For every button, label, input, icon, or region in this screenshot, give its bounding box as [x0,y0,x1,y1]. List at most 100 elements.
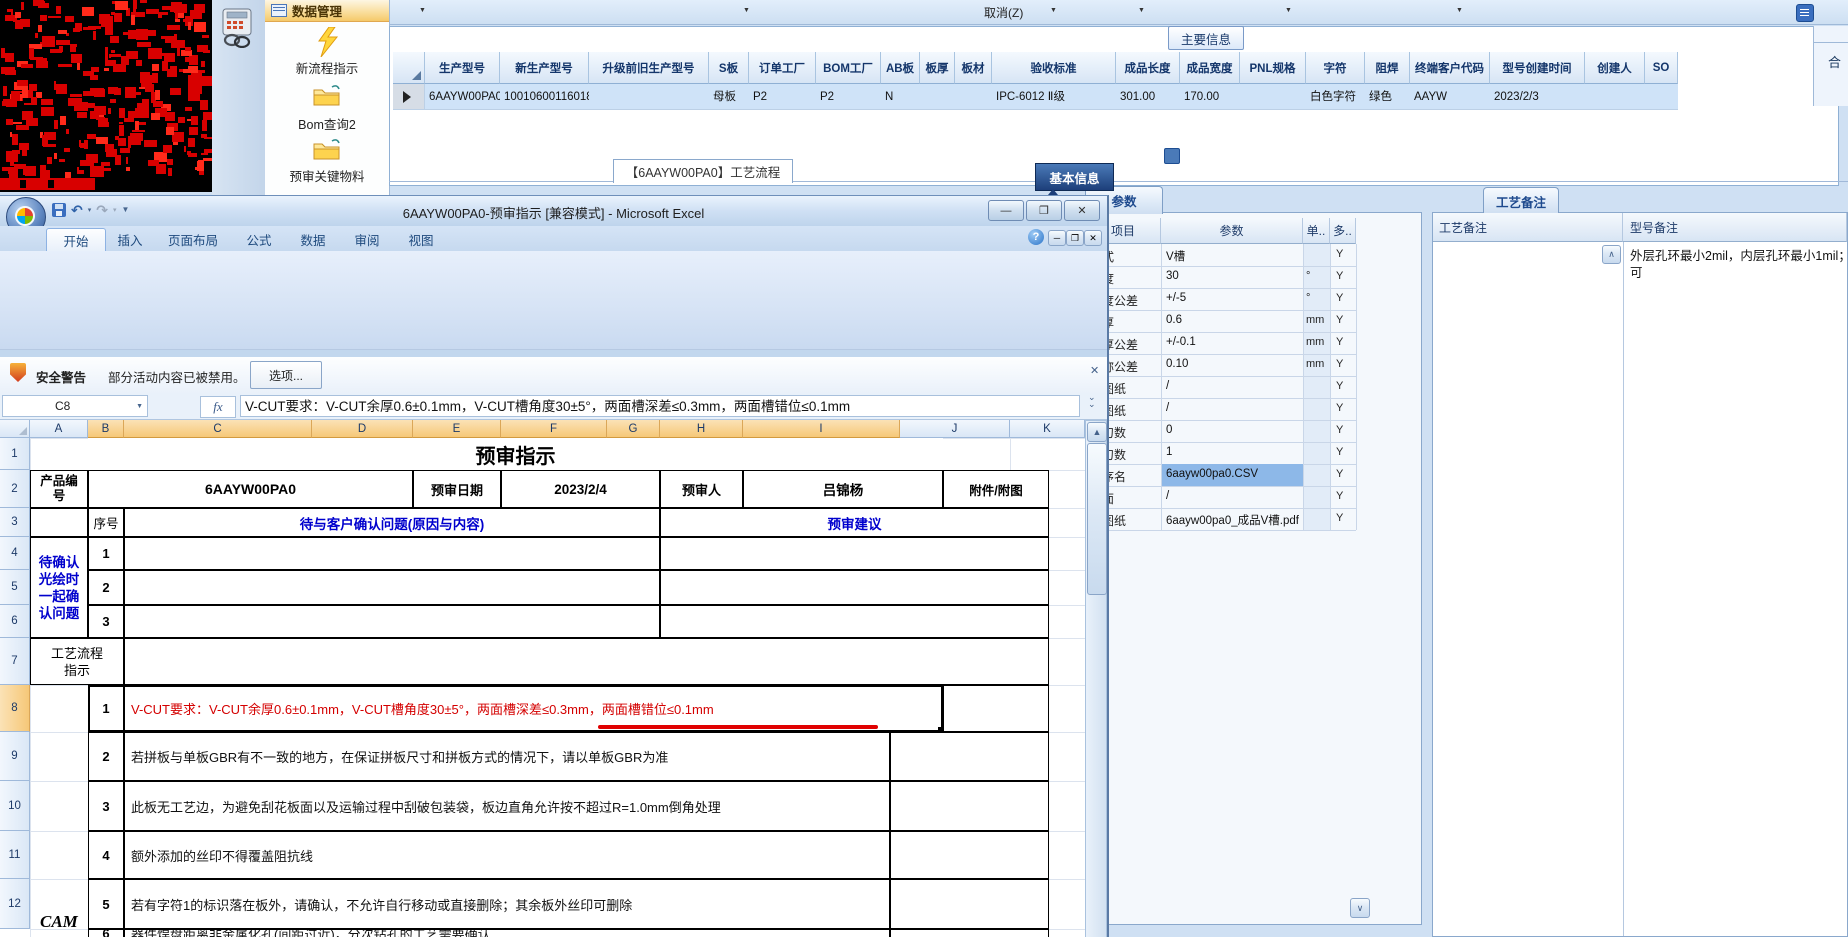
param-value[interactable]: 0.6 [1166,314,1303,326]
menu-dropdown-icon[interactable]: ▼ [1050,7,1057,14]
advice-header-cell[interactable]: 预审建议 [660,508,1049,537]
grid-column-header[interactable]: 生产型号 [425,52,500,84]
column-header-A[interactable]: A [30,420,88,438]
grid-cell[interactable]: 母板 [709,84,749,110]
row-header-12[interactable]: 12 [0,879,30,929]
grid-cell[interactable]: 绿色 [1365,84,1410,110]
menu-dropdown-icon[interactable]: ▼ [743,7,750,14]
row-header-4[interactable]: 4 [0,537,30,570]
menu-dropdown-icon[interactable]: ▼ [419,7,426,14]
column-header-J[interactable]: J [900,420,1010,438]
formula-input[interactable]: V-CUT要求：V-CUT余厚0.6±0.1mm，V-CUT槽角度30±5°，两… [240,395,1080,417]
tab-flow[interactable]: 【6AAYW00PA0】工艺流程 [613,159,793,183]
row-header-2[interactable]: 2 [0,470,30,508]
grid-cell[interactable]: 2023/2/3 [1490,84,1585,110]
grid-cell[interactable]: IPC-6012 Ⅱ级 [992,84,1116,110]
grid-selector-header[interactable] [393,52,425,84]
process-row-right[interactable] [890,929,1049,937]
ribbon-tab-1[interactable]: 开始 [46,228,106,252]
notes-process-area[interactable] [1433,242,1623,936]
param-value[interactable]: 6aayw00pa0.CSV [1166,468,1303,480]
tab-notes[interactable]: 工艺备注 [1483,187,1559,214]
param-value[interactable]: 0 [1166,424,1303,436]
confirm-header-cell[interactable]: 待与客户确认问题(原因与内容) [124,508,660,537]
scroll-thumb[interactable] [1087,443,1107,595]
scroll-up-button[interactable]: ▲ [1087,422,1107,442]
process-row-text[interactable]: 此板无工艺边，为避免刮花板面以及运输过程中刮破包装袋，板边直角允许按不超过R=1… [124,781,890,831]
grid-column-header[interactable]: 字符 [1306,52,1365,84]
grid-column-header[interactable]: PNL规格 [1240,52,1306,84]
confirm-row-advice[interactable] [660,537,1049,570]
confirm-row-question[interactable] [124,537,660,570]
ribbon-tab-3[interactable]: 页面布局 [156,228,230,251]
column-header-I[interactable]: I [743,420,900,438]
grid-column-header[interactable]: 型号创建时间 [1490,52,1585,84]
column-header-G[interactable]: G [607,420,660,438]
grid-cell[interactable] [1645,84,1678,110]
process-row-number[interactable]: 2 [88,732,124,781]
grid-cell[interactable]: AAYW [1410,84,1490,110]
column-header-H[interactable]: H [660,420,743,438]
column-header-K[interactable]: K [1010,420,1085,438]
confirm-side-cell[interactable]: 待确认光绘时一起确认问题 [30,537,88,638]
grid-column-header[interactable]: 成品长度 [1116,52,1180,84]
grid-cell[interactable] [1240,84,1306,110]
process-side-cell[interactable]: 工艺流程指示 [30,638,124,685]
grid-cell[interactable] [589,84,709,110]
workbook-restore-button[interactable]: ❐ [1066,230,1084,246]
grid-cell[interactable] [955,84,992,110]
calculator-icon[interactable] [219,8,255,49]
app-grid-icon[interactable] [1796,4,1814,22]
grid-cell[interactable]: P2 [816,84,881,110]
tab-basic-info[interactable]: 基本信息 [1035,163,1114,191]
confirm-row-question[interactable] [124,570,660,605]
ribbon-tab-4[interactable]: 公式 [234,228,284,251]
process-row-text[interactable]: 器件焊盘距离非金属化孔(间距过近)，分次钻孔的工艺需要确认 [124,929,890,937]
process-row-number[interactable]: 3 [88,781,124,831]
product-cell[interactable]: 6AAYW00PA0 [88,470,413,508]
confirm-row-number[interactable]: 2 [88,570,124,605]
model-note-text[interactable]: 外层孔环最小2mil，内层孔环最小1mil；过孔即可 [1630,248,1848,282]
date-cell[interactable]: 2023/2/4 [501,470,660,508]
row-header-6[interactable]: 6 [0,605,30,638]
grid-cell[interactable]: 6AAYW00PA0 [425,84,500,110]
close-button[interactable]: ✕ [1064,200,1100,221]
row-header-5[interactable]: 5 [0,570,30,605]
confirm-row-question[interactable] [124,605,660,638]
empty-cell[interactable] [30,508,88,537]
confirm-row-advice[interactable] [660,605,1049,638]
grid-column-header[interactable]: 订单工厂 [749,52,816,84]
workbook-close-button[interactable]: ✕ [1084,230,1102,246]
reviewer-label-cell[interactable]: 预审人 [660,470,743,508]
param-value[interactable]: 30 [1166,270,1303,282]
column-header-F[interactable]: F [501,420,607,438]
minimize-button[interactable]: — [988,200,1024,221]
product-label-cell[interactable]: 产品编号 [30,470,88,508]
grid-column-header[interactable]: 新生产型号 [500,52,589,84]
maximize-button[interactable]: ❐ [1026,200,1062,221]
row-header-8[interactable]: 8 [0,685,30,732]
param-value[interactable]: / [1166,380,1303,392]
row-header-3[interactable]: 3 [0,508,30,537]
row-header-7[interactable]: 7 [0,638,30,685]
grid-cell[interactable]: 170.00 [1180,84,1240,110]
param-value[interactable]: +/-5 [1166,292,1303,304]
grid-cell[interactable]: 白色字符 [1306,84,1365,110]
ribbon-tab-5[interactable]: 数据 [288,228,338,251]
grid-column-header[interactable]: 终端客户代码 [1410,52,1490,84]
workbook-minimize-button[interactable]: ─ [1048,230,1066,246]
process-row-text[interactable]: 若有字符1的标识落在板外，请确认，不允许自行移动或直接删除；其余板外丝印可删除 [124,879,890,929]
param-value[interactable]: 6aayw00pa0_成品V槽.pdf [1166,512,1303,528]
toolbox-item-bom-query[interactable]: Bom查询2 [265,114,389,132]
grid-column-header[interactable]: BOM工厂 [816,52,881,84]
row-header-1[interactable]: 1 [0,438,30,470]
grid-column-header[interactable]: 板厚 [920,52,955,84]
menu-dropdown-icon[interactable]: ▼ [1285,7,1292,14]
row-header-9[interactable]: 9 [0,732,30,781]
column-header-C[interactable]: C [124,420,312,438]
ribbon-tab-6[interactable]: 审阅 [342,228,392,251]
grid-column-header[interactable]: 验收标准 [992,52,1116,84]
grid-column-header[interactable]: 阻焊 [1365,52,1410,84]
row-header-10[interactable]: 10 [0,781,30,831]
grid-cell[interactable] [1585,84,1645,110]
